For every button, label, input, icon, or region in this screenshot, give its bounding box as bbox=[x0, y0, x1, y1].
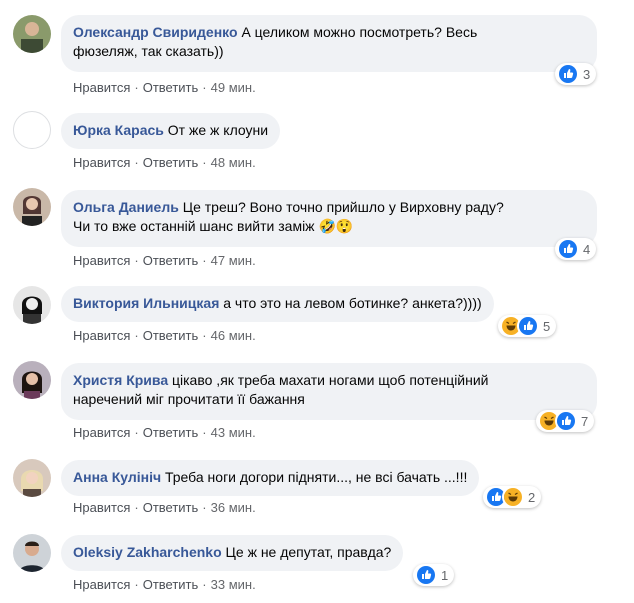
haha-icon bbox=[502, 486, 524, 508]
comment-bubble: Юрка Карась От же ж клоуни bbox=[61, 113, 281, 149]
comment-author[interactable]: Виктория Ильницкая bbox=[73, 295, 219, 311]
like-link[interactable]: Нравится bbox=[73, 328, 130, 343]
reaction-summary[interactable]: 3 bbox=[555, 63, 597, 85]
like-link[interactable]: Нравится bbox=[73, 425, 130, 440]
comment-actions: Нравится · Ответить · 47 мин. bbox=[73, 253, 256, 268]
reply-link[interactable]: Ответить bbox=[143, 253, 199, 268]
avatar[interactable] bbox=[13, 459, 51, 497]
comment-author[interactable]: Юрка Карась bbox=[73, 122, 164, 138]
comment-bubble: Ольга Даниель Це треш? Воно точно прийшл… bbox=[61, 190, 597, 247]
comment-time[interactable]: 47 мин. bbox=[211, 253, 256, 268]
comment-time[interactable]: 46 мин. bbox=[211, 328, 256, 343]
comment-actions: Нравится · Ответить · 36 мин. bbox=[73, 500, 256, 515]
comment-actions: Нравится · Ответить · 49 мин. bbox=[73, 80, 256, 95]
reply-link[interactable]: Ответить bbox=[143, 425, 199, 440]
like-icon bbox=[557, 238, 579, 260]
reply-link[interactable]: Ответить bbox=[143, 500, 199, 515]
comment-author[interactable]: Христя Крива bbox=[73, 372, 168, 388]
comment-time[interactable]: 36 мин. bbox=[211, 500, 256, 515]
avatar[interactable] bbox=[13, 15, 51, 53]
avatar[interactable] bbox=[13, 188, 51, 226]
reply-link[interactable]: Ответить bbox=[143, 328, 199, 343]
comment-text: фюзеляж, так сказать)) bbox=[73, 43, 224, 59]
comment-text: Це ж не депутат, правда? bbox=[225, 544, 392, 560]
comment-bubble: Олександр Свириденко А целиком можно пос… bbox=[61, 15, 597, 72]
comment: Олександр Свириденко А целиком можно пос… bbox=[0, 0, 634, 100]
comment-text: наречений міг прочитати її бажання bbox=[73, 391, 305, 407]
reaction-summary[interactable]: 4 bbox=[555, 238, 597, 260]
comment-bubble: Oleksiy Zakharchenko Це ж не депутат, пр… bbox=[61, 535, 404, 571]
comment-actions: Нравится · Ответить · 48 мин. bbox=[73, 155, 256, 170]
comment-author[interactable]: Oleksiy Zakharchenko bbox=[73, 544, 222, 560]
comment-text: а что это на левом ботинке? анкета?)))) bbox=[223, 295, 482, 311]
comment-author[interactable]: Анна Кулініч bbox=[73, 469, 161, 485]
avatar[interactable] bbox=[13, 286, 51, 324]
comment-time[interactable]: 49 мин. bbox=[211, 80, 256, 95]
like-icon bbox=[415, 564, 437, 586]
comment-time[interactable]: 43 мин. bbox=[211, 425, 256, 440]
comment: Oleksiy Zakharchenko Це ж не депутат, пр… bbox=[0, 530, 634, 603]
comment-actions: Нравится · Ответить · 43 мин. bbox=[73, 425, 256, 440]
reaction-count: 3 bbox=[583, 66, 591, 82]
comment-actions: Нравится · Ответить · 46 мин. bbox=[73, 328, 256, 343]
avatar[interactable] bbox=[13, 361, 51, 399]
like-link[interactable]: Нравится bbox=[73, 500, 130, 515]
like-link[interactable]: Нравится bbox=[73, 577, 130, 592]
comment: Христя Крива цікаво ,як треба махати ног… bbox=[0, 355, 634, 455]
comment-emoji: 🤣😲 bbox=[318, 218, 354, 234]
like-link[interactable]: Нравится bbox=[73, 155, 130, 170]
like-link[interactable]: Нравится bbox=[73, 253, 130, 268]
comment: Юрка Карась От же ж клоуни Нравится · Отве… bbox=[0, 100, 634, 180]
comment-text: цікаво ,як треба махати ногами щоб потен… bbox=[172, 372, 489, 388]
comment-author[interactable]: Ольга Даниель bbox=[73, 199, 179, 215]
comment-text: А целиком можно посмотреть? Весь bbox=[241, 24, 478, 40]
comment-text: Це треш? Воно точно прийшло у Вирховну р… bbox=[182, 199, 504, 215]
reaction-summary[interactable]: 7 bbox=[536, 410, 595, 432]
comment-actions: Нравится · Ответить · 33 мин. bbox=[73, 577, 256, 592]
like-link[interactable]: Нравится bbox=[73, 80, 130, 95]
comment-bubble: Виктория Ильницкая а что это на левом бо… bbox=[61, 286, 494, 322]
reply-link[interactable]: Ответить bbox=[143, 155, 199, 170]
reply-link[interactable]: Ответить bbox=[143, 577, 199, 592]
comment: Анна Кулініч Треба ноги догори підняти..… bbox=[0, 455, 634, 530]
comment-text: Треба ноги догори підняти..., не всі бач… bbox=[165, 469, 468, 485]
reaction-count: 2 bbox=[528, 489, 536, 505]
comment-bubble: Анна Кулініч Треба ноги догори підняти..… bbox=[61, 460, 480, 496]
like-icon bbox=[517, 315, 539, 337]
avatar[interactable] bbox=[13, 534, 51, 572]
reaction-summary[interactable]: 2 bbox=[483, 486, 542, 508]
reaction-count: 4 bbox=[583, 241, 591, 257]
comment-time[interactable]: 48 мин. bbox=[211, 155, 256, 170]
reply-link[interactable]: Ответить bbox=[143, 80, 199, 95]
like-icon bbox=[557, 63, 579, 85]
reaction-summary[interactable]: 1 bbox=[413, 564, 455, 586]
avatar[interactable] bbox=[13, 111, 51, 149]
comment-time[interactable]: 33 мин. bbox=[211, 577, 256, 592]
reaction-count: 5 bbox=[543, 318, 551, 334]
reaction-count: 7 bbox=[581, 413, 589, 429]
comment-bubble: Христя Крива цікаво ,як треба махати ног… bbox=[61, 363, 597, 420]
comment: Виктория Ильницкая а что это на левом бо… bbox=[0, 280, 634, 355]
comment-text: От же ж клоуни bbox=[167, 122, 269, 138]
comment-text: Чи то вже останній шанс вийти заміж bbox=[73, 218, 315, 234]
comment-author[interactable]: Олександр Свириденко bbox=[73, 24, 238, 40]
reaction-summary[interactable]: 5 bbox=[498, 315, 557, 337]
comment: Ольга Даниель Це треш? Воно точно прийшл… bbox=[0, 180, 634, 280]
reaction-count: 1 bbox=[441, 567, 449, 583]
like-icon bbox=[555, 410, 577, 432]
